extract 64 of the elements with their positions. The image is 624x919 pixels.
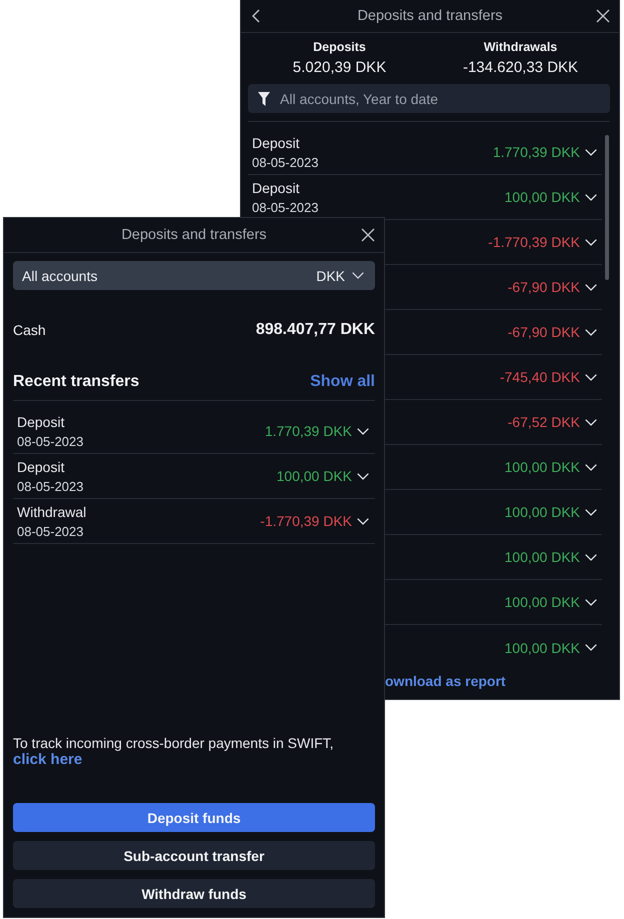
chevron-down-icon[interactable] — [357, 428, 369, 434]
transfer-amount: -67,90 DKK — [508, 278, 580, 296]
action-button[interactable]: Sub-account transfer — [13, 841, 375, 870]
transfer-type: Withdrawal — [17, 503, 86, 522]
transfer-amount: 100,00 DKK — [504, 503, 580, 521]
panel-title: Deposits and transfers — [121, 227, 267, 243]
chevron-down-icon[interactable] — [357, 472, 369, 480]
transfer-amount: -67,90 DKK — [508, 323, 580, 341]
transfer-date: 08-05-2023 — [17, 478, 84, 496]
chevron-down-icon[interactable] — [585, 464, 597, 470]
chevron-down-icon[interactable] — [585, 598, 597, 606]
account-dropdown[interactable]: All accounts DKK — [13, 261, 375, 290]
close-icon[interactable] — [361, 228, 375, 242]
chevron-down-icon[interactable] — [585, 644, 597, 651]
transfer-type: Deposit — [252, 179, 300, 198]
transfer-type: Deposit — [17, 413, 66, 432]
back-chevron-icon[interactable] — [252, 9, 260, 23]
summary-label: Withdrawals — [484, 39, 558, 55]
filter-icon — [258, 92, 270, 106]
cash-balance: 898.407,77 DKK — [256, 321, 375, 339]
click-here-link[interactable]: click here — [13, 751, 82, 768]
chevron-down-icon[interactable] — [585, 328, 597, 336]
transfer-type: Deposit — [252, 134, 300, 153]
chevron-down-icon — [352, 272, 364, 279]
filter-button[interactable]: All accounts, Year to date — [248, 84, 610, 113]
transfer-amount: 100,00 DKK — [276, 467, 352, 485]
transfer-date: 08-05-2023 — [252, 154, 318, 172]
chevron-down-icon[interactable] — [585, 374, 597, 380]
section-title: Recent transfers — [13, 373, 140, 391]
chevron-down-icon[interactable] — [585, 194, 597, 200]
transfer-type: Deposit — [17, 458, 66, 477]
transfer-amount: 100,00 DKK — [504, 638, 580, 656]
transfer-amount: -67,52 DKK — [508, 413, 580, 431]
summary-value: 5.020,39 DKK — [292, 58, 386, 78]
scrollbar-thumb[interactable] — [605, 135, 609, 280]
action-button[interactable]: Deposit funds — [13, 803, 375, 832]
summary-value: -134.620,33 DKK — [462, 58, 578, 78]
swift-info-text: To track incoming cross-border payments in SWIFT, click here — [13, 735, 335, 768]
cash-label: Cash — [13, 322, 46, 338]
transfer-amount: 100,00 DKK — [504, 593, 580, 611]
transfer-amount: -1.770,39 DKK — [488, 233, 580, 251]
chevron-down-icon[interactable] — [585, 284, 597, 290]
chevron-down-icon[interactable] — [585, 508, 597, 516]
chevron-down-icon[interactable] — [585, 148, 597, 156]
chevron-down-icon[interactable] — [357, 518, 369, 524]
transfer-date: 08-05-2023 — [17, 433, 84, 451]
transfer-amount: 1.770,39 DKK — [492, 143, 580, 161]
download-report-link[interactable]: ownload as report — [385, 673, 506, 689]
chevron-down-icon[interactable] — [585, 418, 597, 426]
transfer-amount: -745,40 DKK — [500, 368, 580, 386]
transfer-amount: 100,00 DKK — [504, 458, 580, 476]
show-all-link[interactable]: Show all — [310, 373, 375, 391]
transfer-amount: 1.770,39 DKK — [264, 422, 352, 440]
action-button[interactable]: Withdraw funds — [13, 879, 375, 908]
transfer-amount: -1.770,39 DKK — [260, 512, 352, 530]
transfer-date: 08-05-2023 — [17, 523, 84, 541]
chevron-down-icon[interactable] — [585, 554, 597, 560]
summary-label: Deposits — [313, 39, 366, 55]
chevron-down-icon[interactable] — [585, 238, 597, 246]
panel-title: Deposits and transfers — [357, 8, 503, 24]
transfer-date: 08-05-2023 — [252, 199, 318, 217]
transfer-amount: 100,00 DKK — [504, 548, 580, 566]
transfer-amount: 100,00 DKK — [504, 188, 580, 206]
close-icon[interactable] — [596, 9, 610, 23]
